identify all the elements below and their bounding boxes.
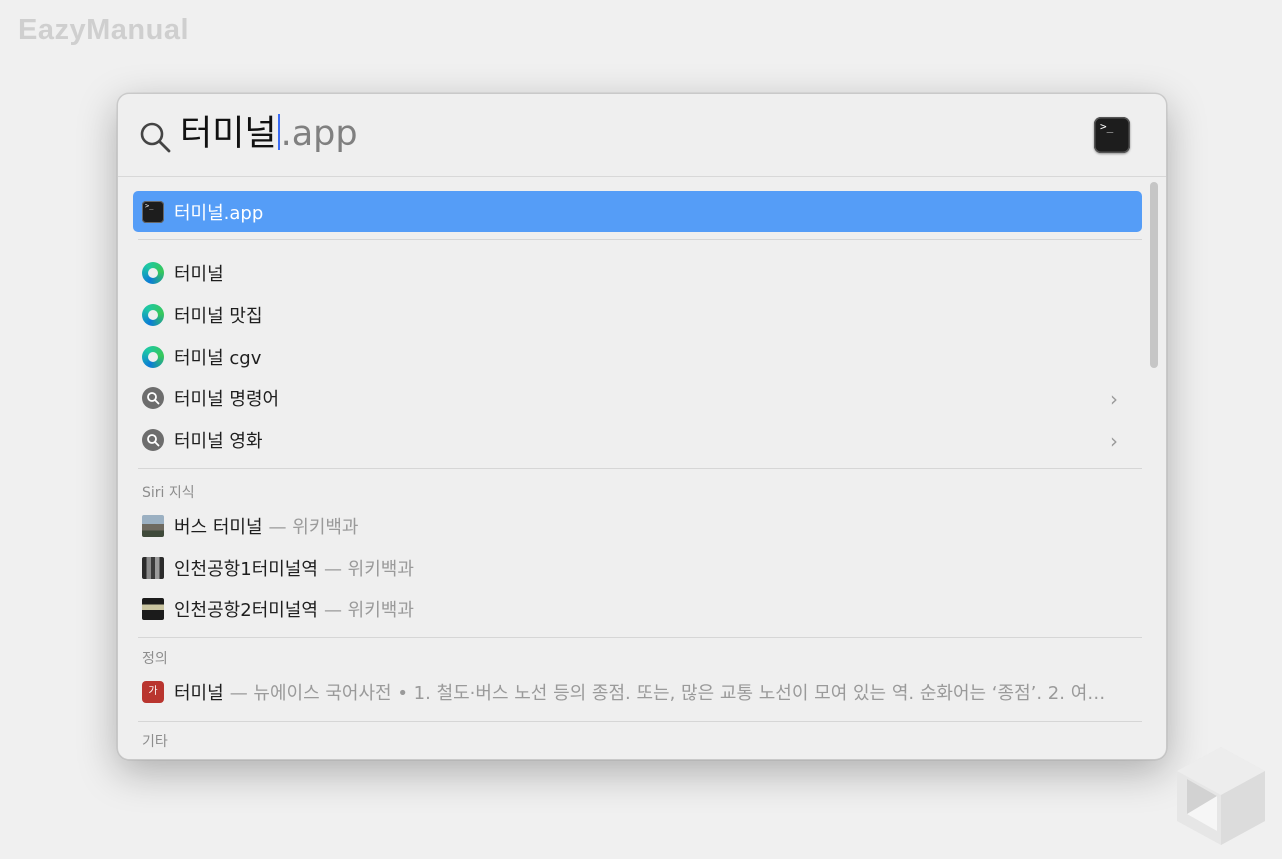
terminal-icon: >_: [1094, 117, 1130, 153]
result-label: 인천공항1터미널역: [174, 558, 318, 580]
dictionary-icon: 가: [142, 680, 164, 703]
divider: [138, 637, 1142, 638]
query-typed-text: 터미널: [180, 114, 277, 154]
result-label: 터미널 영화: [174, 430, 263, 452]
top-hit-row[interactable]: >_ 터미널.app: [133, 191, 1142, 232]
result-label: 터미널: [174, 263, 224, 285]
result-label: 터미널: [174, 682, 224, 704]
section-header-siri: Siri 지식: [142, 485, 195, 501]
magnifier-icon: [140, 122, 171, 153]
spotlight-window: 터미널 .app >_ >_ 터미널.app 터미널 터미널 맛집 터미널 cgv…: [117, 93, 1167, 760]
query-completion-text: .app: [280, 114, 358, 154]
edge-icon: [142, 345, 164, 368]
results-list: >_ 터미널.app 터미널 터미널 맛집 터미널 cgv 터미널 명령어 ›: [118, 177, 1166, 759]
web-suggestion-row[interactable]: 터미널 맛집: [133, 294, 1142, 335]
search-suggestion-icon: [142, 428, 164, 451]
search-suggestion-icon: [142, 386, 164, 409]
definition-text: — 뉴에이스 국어사전 • 1. 철도·버스 노선 등의 종점. 또는, 많은 …: [229, 682, 1106, 704]
chevron-right-icon[interactable]: ›: [1110, 429, 1118, 453]
siri-knowledge-row[interactable]: 인천공항1터미널역 — 위키백과: [133, 547, 1142, 588]
divider: [138, 239, 1142, 240]
result-label: 터미널.app: [174, 202, 264, 224]
scrollbar-thumb[interactable]: [1150, 182, 1158, 368]
cube-logo-icon: [1177, 747, 1265, 845]
result-label: 인천공항2터미널역: [174, 599, 318, 621]
result-source: — 위키백과: [268, 516, 359, 538]
siri-knowledge-row[interactable]: 버스 터미널 — 위키백과: [133, 505, 1142, 546]
definition-row[interactable]: 가 터미널 — 뉴에이스 국어사전 • 1. 철도·버스 노선 등의 종점. 또…: [133, 671, 1142, 712]
divider: [138, 721, 1142, 722]
section-header-other: 기타: [142, 734, 168, 750]
edge-icon: [142, 261, 164, 284]
divider: [138, 468, 1142, 469]
result-label: 터미널 명령어: [174, 388, 280, 410]
station-photo-icon: [142, 556, 164, 579]
search-suggestion-row[interactable]: 터미널 영화 ›: [133, 419, 1142, 460]
chevron-right-icon[interactable]: ›: [1110, 387, 1118, 411]
edge-icon: [142, 303, 164, 326]
result-source: — 위키백과: [323, 558, 414, 580]
web-suggestion-row[interactable]: 터미널: [133, 252, 1142, 293]
web-suggestion-row[interactable]: 터미널 cgv: [133, 336, 1142, 377]
station-photo-icon: [142, 597, 164, 620]
result-label: 터미널 맛집: [174, 305, 263, 327]
bus-terminal-photo-icon: [142, 514, 164, 537]
result-label: 버스 터미널: [174, 516, 263, 538]
text-caret: [277, 114, 280, 150]
result-label: 터미널 cgv: [174, 347, 262, 369]
search-input[interactable]: 터미널 .app: [180, 112, 358, 156]
result-source: — 위키백과: [323, 599, 414, 621]
search-suggestion-row[interactable]: 터미널 명령어 ›: [133, 377, 1142, 418]
terminal-icon: >_: [142, 200, 164, 223]
siri-knowledge-row[interactable]: 인천공항2터미널역 — 위키백과: [133, 588, 1142, 629]
watermark-text: EazyManual: [18, 14, 189, 46]
section-header-definition: 정의: [142, 651, 168, 667]
search-bar[interactable]: 터미널 .app >_: [118, 94, 1166, 177]
